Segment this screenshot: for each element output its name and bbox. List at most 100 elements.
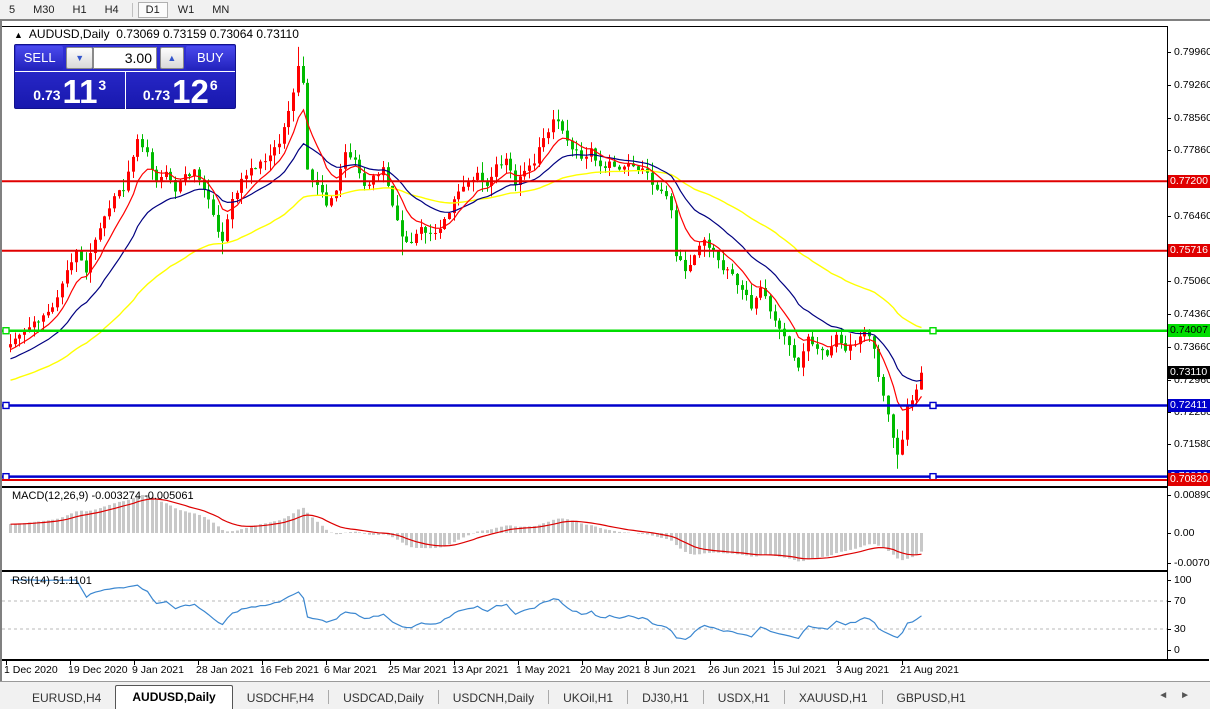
- date-tick: [6, 661, 7, 665]
- price-tick-label: 0.76460: [1174, 210, 1210, 222]
- axis-tick: [1167, 412, 1171, 413]
- date-tick: [390, 661, 391, 665]
- level-price-box-0.70820: 0.70820: [1168, 473, 1210, 486]
- axis-tick: [1167, 444, 1171, 445]
- date-tick-label: 16 Feb 2021: [260, 664, 319, 676]
- date-tick-label: 26 Jun 2021: [708, 664, 766, 676]
- date-tick-label: 6 Mar 2021: [324, 664, 377, 676]
- timeframe-toolbar: 5M30H1H4 D1W1MN: [0, 0, 1210, 20]
- macd-indicator-label: MACD(12,26,9) -0.003274 -0.005061: [12, 490, 194, 502]
- trading-terminal-window: 5M30H1H4 D1W1MN ▲ AUDUSD,Daily 0.73069 0.7…: [0, 0, 1210, 709]
- sell-button[interactable]: SELL: [16, 46, 63, 70]
- price-tick-label: 0.77860: [1174, 144, 1210, 156]
- date-tick: [582, 661, 583, 665]
- timeframe-button-w1[interactable]: W1: [170, 2, 203, 18]
- macd-scale-label: 0.008904: [1174, 489, 1210, 501]
- level-price-box-0.75716: 0.75716: [1168, 244, 1210, 257]
- bid-price[interactable]: 0.73113: [15, 71, 126, 109]
- date-tick: [838, 661, 839, 665]
- window-border-top: [0, 19, 1210, 21]
- price-tick-label: 0.71580: [1174, 438, 1210, 450]
- axis-tick: [1167, 650, 1171, 651]
- date-tick: [198, 661, 199, 665]
- chart-tab-usdcad[interactable]: USDCAD,Daily: [329, 687, 438, 709]
- axis-tick: [1167, 281, 1171, 282]
- chart-tab-audusd[interactable]: AUDUSD,Daily: [115, 685, 232, 709]
- tab-scroll-left-icon[interactable]: ◄: [1158, 690, 1180, 701]
- axis-tick: [1167, 533, 1171, 534]
- ask-price[interactable]: 0.73126: [126, 71, 236, 109]
- axis-tick: [1167, 380, 1171, 381]
- chart-tab-usdcnh[interactable]: USDCNH,Daily: [439, 687, 548, 709]
- axis-tick: [1167, 629, 1171, 630]
- volume-decrease-button[interactable]: ▼: [66, 47, 93, 69]
- price-tick-label: 0.78560: [1174, 112, 1210, 124]
- chart-tab-dj30[interactable]: DJ30,H1: [628, 687, 703, 709]
- volume-increase-button[interactable]: ▲: [160, 47, 184, 69]
- price-tick-label: 0.79260: [1174, 79, 1210, 91]
- price-tick-label: 0.79960: [1174, 46, 1210, 58]
- date-tick-label: 13 Apr 2021: [452, 664, 509, 676]
- bid-price-point: 3: [98, 77, 106, 93]
- bid-price-base: 0.73: [33, 87, 60, 103]
- axis-tick: [1167, 150, 1171, 151]
- rsi-scale-label: 70: [1174, 595, 1186, 607]
- axis-tick: [1167, 314, 1171, 315]
- symbol-period-label: AUDUSD,Daily: [29, 27, 110, 41]
- date-tick: [646, 661, 647, 665]
- date-tick-label: 19 Dec 2020: [68, 664, 128, 676]
- rsi-scale-label: 30: [1174, 623, 1186, 635]
- rsi-scale-label: 100: [1174, 574, 1192, 586]
- date-tick: [454, 661, 455, 665]
- collapse-triangle-icon[interactable]: ▲: [14, 30, 23, 40]
- date-tick-label: 1 Dec 2020: [4, 664, 58, 676]
- axis-tick: [1167, 563, 1171, 564]
- axis-tick: [1167, 495, 1171, 496]
- macd-scale-label: 0.00: [1174, 527, 1194, 539]
- tab-scroll-right-icon[interactable]: ►: [1180, 690, 1202, 701]
- axis-tick: [1167, 118, 1171, 119]
- bid-price-pips: 11: [63, 77, 98, 107]
- date-tick: [710, 661, 711, 665]
- buy-button[interactable]: BUY: [186, 46, 235, 70]
- chart-tab-eurusd[interactable]: EURUSD,H4: [18, 687, 115, 709]
- chart-tab-xauusd[interactable]: XAUUSD,H1: [785, 687, 882, 709]
- rsi-pane[interactable]: [2, 572, 1167, 660]
- timeframe-button-5[interactable]: 5: [1, 2, 23, 18]
- chart-title: ▲ AUDUSD,Daily 0.73069 0.73159 0.73064 0.…: [14, 27, 299, 41]
- date-tick: [518, 661, 519, 665]
- axis-tick: [1167, 601, 1171, 602]
- date-tick-label: 21 Aug 2021: [900, 664, 959, 676]
- ask-price-pips: 12: [172, 77, 209, 107]
- one-click-trade-panel: SELL ▼ ▲ BUY 0.73113 0.73126: [14, 44, 236, 109]
- date-tick: [326, 661, 327, 665]
- date-tick-label: 8 Jun 2021: [644, 664, 696, 676]
- date-tick-label: 9 Jan 2021: [132, 664, 184, 676]
- axis-tick: [1167, 85, 1171, 86]
- ohlc-values: 0.73069 0.73159 0.73064 0.73110: [116, 27, 299, 41]
- axis-tick: [1167, 52, 1171, 53]
- volume-input[interactable]: [93, 47, 157, 69]
- date-tick: [774, 661, 775, 665]
- chart-tab-gbpusd[interactable]: GBPUSD,H1: [883, 687, 980, 709]
- price-tick-label: 0.75060: [1174, 275, 1210, 287]
- current-price-box: 0.73110: [1168, 366, 1210, 379]
- date-tick: [902, 661, 903, 665]
- price-tick-label: 0.74360: [1174, 308, 1210, 320]
- date-tick-label: 1 May 2021: [516, 664, 571, 676]
- toolbar-divider: [132, 3, 133, 17]
- ask-price-base: 0.73: [143, 87, 170, 103]
- chart-tab-ukoil[interactable]: UKOil,H1: [549, 687, 627, 709]
- price-tick-label: 0.73660: [1174, 341, 1210, 353]
- timeframe-button-h1[interactable]: H1: [65, 2, 95, 18]
- timeframe-button-d1[interactable]: D1: [138, 2, 168, 18]
- rsi-indicator-label: RSI(14) 51.1101: [12, 575, 92, 587]
- timeframe-button-h4[interactable]: H4: [97, 2, 127, 18]
- date-tick-label: 15 Jul 2021: [772, 664, 826, 676]
- chart-tab-usdchf[interactable]: USDCHF,H4: [233, 687, 328, 709]
- timeframe-button-mn[interactable]: MN: [204, 2, 237, 18]
- macd-scale-label: -0.007013: [1174, 557, 1210, 569]
- axis-tick: [1167, 347, 1171, 348]
- timeframe-button-m30[interactable]: M30: [25, 2, 62, 18]
- chart-tab-usdx[interactable]: USDX,H1: [704, 687, 784, 709]
